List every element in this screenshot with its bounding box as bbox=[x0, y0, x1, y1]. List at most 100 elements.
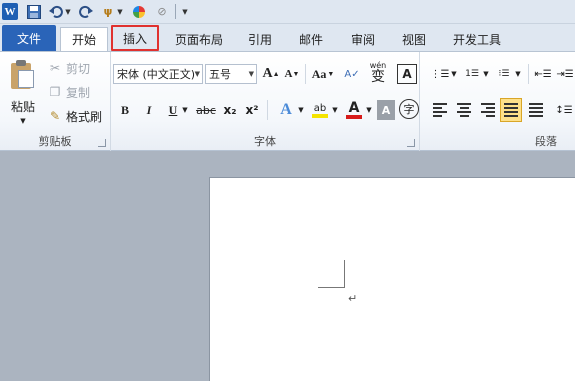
font-size-dropdown-icon[interactable]: ▼ bbox=[249, 70, 254, 78]
font-separator-2 bbox=[267, 100, 268, 120]
align-center-icon bbox=[457, 103, 471, 117]
align-center-button[interactable] bbox=[454, 100, 474, 120]
font-launcher-icon[interactable] bbox=[407, 139, 415, 147]
font-name-value: 宋体 (中文正文) bbox=[117, 68, 196, 81]
redo-icon[interactable] bbox=[78, 3, 94, 20]
bold-icon: B bbox=[120, 102, 129, 117]
bullets-dropdown-icon[interactable]: ▼ bbox=[450, 64, 458, 84]
clipboard-launcher-icon[interactable] bbox=[98, 139, 106, 147]
italic-button[interactable]: I bbox=[141, 100, 157, 120]
font-size-combo[interactable]: 五号 ▼ bbox=[205, 64, 257, 84]
clipboard-group-label: 剪贴板 bbox=[38, 135, 72, 148]
highlight-dropdown-icon[interactable]: ▼ bbox=[331, 100, 339, 120]
superscript-icon: x² bbox=[245, 103, 259, 117]
format-painter-button[interactable]: ✎ 格式刷 bbox=[48, 106, 102, 126]
multilevel-dropdown-icon[interactable]: ▼ bbox=[514, 64, 522, 84]
copy-icon: ❐ bbox=[49, 85, 61, 99]
numbering-icon: 1☰ bbox=[465, 69, 479, 79]
shrink-font-icon: A bbox=[284, 68, 293, 80]
paste-button[interactable]: 粘贴 ▼ bbox=[4, 56, 42, 128]
tab-review[interactable]: 审阅 bbox=[340, 27, 386, 51]
numbering-dropdown-icon[interactable]: ▼ bbox=[482, 64, 490, 84]
justify-button[interactable] bbox=[500, 98, 522, 122]
font-group: 宋体 (中文正文) ▼ 五号 ▼ A ▲ A ▼ Aa ▼ A✓ wén 变 A B … bbox=[111, 52, 420, 151]
superscript-button[interactable]: x² bbox=[243, 100, 261, 120]
font-group-label: 字体 bbox=[254, 135, 276, 148]
format-dropdown-icon[interactable]: ▼ bbox=[116, 3, 124, 20]
tab-page-layout[interactable]: 页面布局 bbox=[166, 27, 232, 51]
bullets-button[interactable]: ⋮☰ bbox=[430, 64, 450, 84]
shrink-font-button[interactable]: A ▼ bbox=[283, 64, 301, 84]
tab-mailings[interactable]: 邮件 bbox=[290, 27, 332, 51]
character-border-button[interactable]: A bbox=[397, 64, 417, 84]
save-icon[interactable] bbox=[26, 3, 41, 20]
font-name-dropdown-icon[interactable]: ▼ bbox=[195, 70, 200, 78]
tab-file[interactable]: 文件 bbox=[2, 25, 56, 51]
font-name-combo[interactable]: 宋体 (中文正文) ▼ bbox=[113, 64, 203, 84]
paragraph-group-label: 段落 bbox=[535, 135, 557, 148]
text-effects-dropdown-icon[interactable]: ▼ bbox=[297, 100, 305, 120]
cut-label: 剪切 bbox=[66, 61, 91, 76]
tab-references[interactable]: 引用 bbox=[240, 27, 280, 51]
paragraph-mark-icon: ↵ bbox=[348, 292, 358, 305]
customize-qat-icon[interactable]: ▼ bbox=[180, 3, 190, 20]
tab-view[interactable]: 视图 bbox=[393, 27, 435, 51]
align-right-icon bbox=[481, 103, 495, 117]
strikethrough-button[interactable]: abc bbox=[195, 100, 217, 120]
undo-dropdown-icon[interactable]: ▼ bbox=[64, 3, 72, 20]
align-left-icon bbox=[433, 103, 447, 117]
text-effects-button[interactable]: A bbox=[275, 98, 297, 122]
clear-formatting-button[interactable]: A✓ bbox=[341, 62, 363, 86]
enclose-characters-button[interactable]: 字 bbox=[399, 99, 419, 119]
numbering-button[interactable]: 1☰ bbox=[462, 64, 482, 84]
underline-button[interactable]: U bbox=[165, 100, 181, 120]
increase-indent-icon: ⇥☰ bbox=[556, 68, 574, 80]
phonetic-guide-button[interactable]: wén 变 bbox=[367, 60, 389, 86]
font-color-dropdown-icon[interactable]: ▼ bbox=[365, 100, 373, 120]
qat-separator bbox=[175, 4, 176, 19]
font-size-value: 五号 bbox=[209, 68, 231, 81]
highlight-button[interactable]: ab bbox=[309, 98, 331, 122]
font-color-button[interactable]: A bbox=[343, 98, 365, 122]
cut-button[interactable]: ✂ 剪切 bbox=[48, 58, 90, 78]
paste-label: 粘贴 bbox=[10, 100, 35, 114]
word-logo-icon: W bbox=[2, 3, 18, 20]
multilevel-list-icon: ⁝☰ bbox=[498, 69, 510, 79]
format-painter-icon[interactable]: ψ bbox=[100, 3, 116, 20]
bold-button[interactable]: B bbox=[117, 100, 133, 120]
align-right-button[interactable] bbox=[478, 100, 498, 120]
grow-font-icon: A bbox=[262, 66, 273, 81]
italic-icon: I bbox=[146, 102, 152, 117]
subscript-button[interactable]: x₂ bbox=[221, 100, 239, 120]
distributed-button[interactable] bbox=[526, 100, 546, 120]
tab-developer[interactable]: 开发工具 bbox=[444, 27, 510, 51]
line-spacing-icon: ↕☰ bbox=[555, 104, 573, 116]
undo-icon[interactable] bbox=[48, 3, 64, 20]
paste-icon bbox=[10, 60, 36, 90]
ribbon-tabs: 文件 开始 插入 页面布局 引用 邮件 审阅 视图 开发工具 bbox=[0, 24, 575, 51]
font-separator bbox=[305, 64, 306, 84]
change-case-button[interactable]: Aa ▼ bbox=[309, 64, 337, 84]
color-icon[interactable] bbox=[131, 3, 147, 20]
justify-icon bbox=[504, 103, 518, 117]
document-page[interactable]: ↵ bbox=[209, 177, 575, 381]
character-shading-button[interactable]: A bbox=[377, 100, 395, 120]
tab-insert[interactable]: 插入 bbox=[111, 25, 159, 51]
grow-font-button[interactable]: A ▲ bbox=[261, 64, 281, 84]
strikethrough-icon: abc bbox=[196, 103, 216, 117]
line-spacing-button[interactable]: ↕☰ bbox=[554, 100, 574, 120]
font-color-bar bbox=[346, 115, 362, 119]
copy-button[interactable]: ❐ 复制 bbox=[48, 82, 90, 102]
underline-dropdown-icon[interactable]: ▼ bbox=[181, 100, 189, 120]
tab-home[interactable]: 开始 bbox=[60, 27, 108, 51]
paste-dropdown-icon[interactable]: ▼ bbox=[20, 117, 25, 125]
clear-formatting-icon: A✓ bbox=[344, 68, 360, 80]
decrease-indent-button[interactable]: ⇤☰ bbox=[534, 64, 552, 84]
align-left-button[interactable] bbox=[430, 100, 450, 120]
ribbon: 粘贴 ▼ ✂ 剪切 ❐ 复制 ✎ 格式刷 剪贴板 宋体 (中文正文) ▼ 五号 … bbox=[0, 51, 575, 151]
increase-indent-button[interactable]: ⇥☰ bbox=[556, 64, 574, 84]
phonetic-guide-icon: 变 bbox=[371, 69, 385, 85]
multilevel-list-button[interactable]: ⁝☰ bbox=[494, 64, 514, 84]
brush-icon: ✎ bbox=[49, 109, 61, 123]
eraser-icon[interactable]: ⊘ bbox=[154, 3, 170, 20]
